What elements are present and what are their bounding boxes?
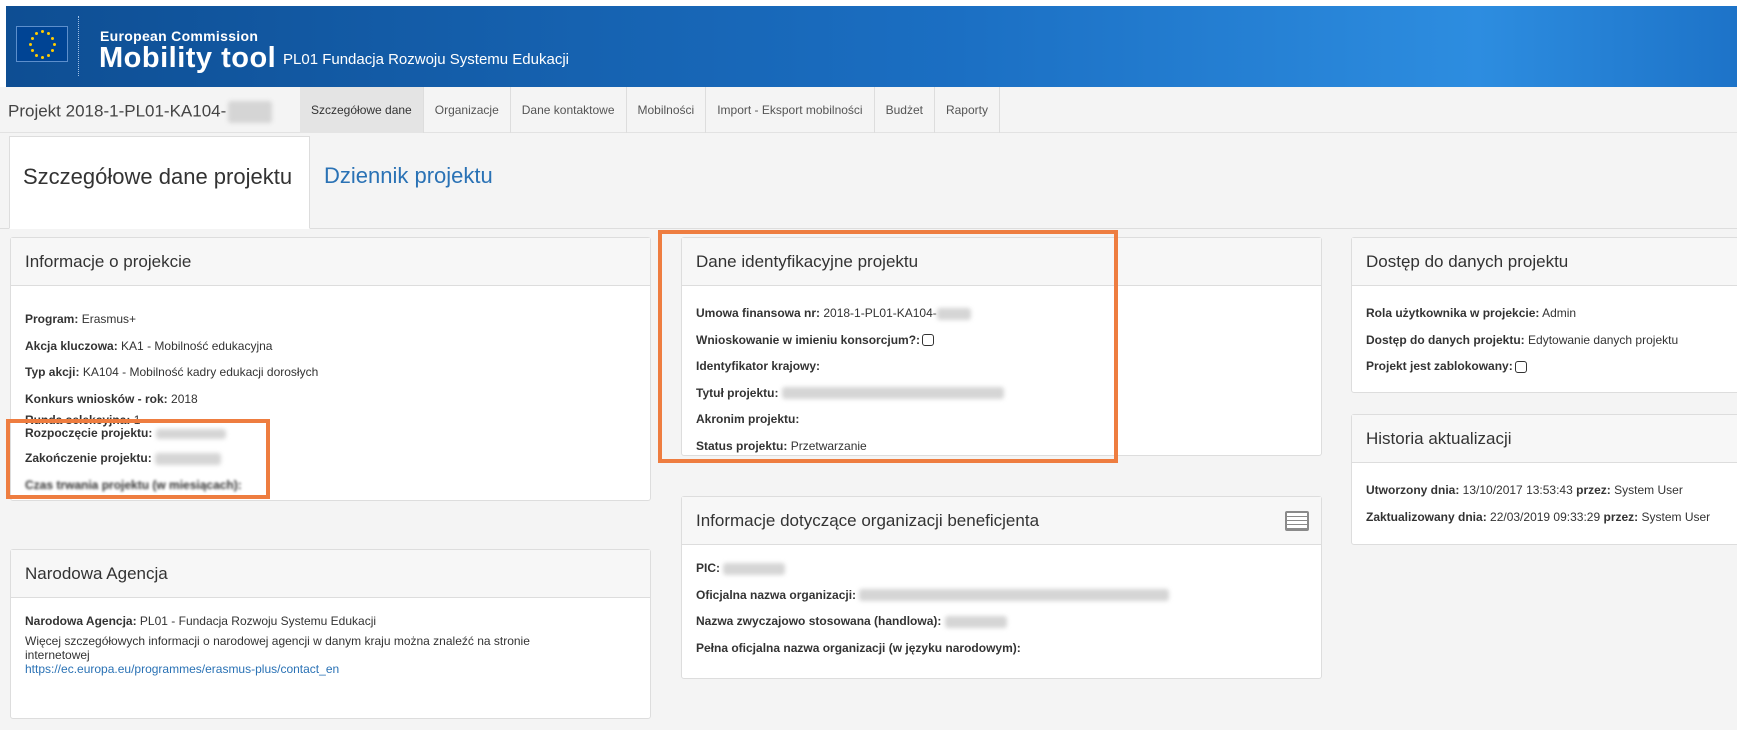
- app-header: European Commission Mobility tool PL01 F…: [6, 6, 1737, 87]
- history-panel: Historia aktualizacji Utworzony dnia: 13…: [1351, 414, 1737, 545]
- agency-note: Więcej szczegółowych informacji o narodo…: [25, 634, 530, 662]
- nav-item-mobilities[interactable]: Mobilności: [627, 87, 707, 133]
- agency-row: Narodowa Agencja: PL01 - Fundacja Rozwoj…: [25, 614, 377, 628]
- benef-row-native-name: Pełna oficjalna nazwa organizacji (w jęz…: [696, 640, 1021, 655]
- org-name: PL01 Fundacja Rozwoju Systemu Edukacji: [283, 51, 569, 68]
- panel-title: Informacje dotyczące organizacji benefic…: [682, 497, 1321, 545]
- access-row-locked: Projekt jest zablokowany:: [1366, 353, 1726, 380]
- agency-contact-link[interactable]: https://ec.europa.eu/programmes/erasmus-…: [25, 662, 339, 676]
- highlight-box-dates: [6, 419, 270, 499]
- nav-item-reports[interactable]: Raporty: [935, 87, 1000, 133]
- project-navbar: Projekt 2018-1-PL01-KA104- Szczegółowe d…: [0, 87, 1737, 133]
- nav-item-contacts[interactable]: Dane kontaktowe: [511, 87, 627, 133]
- history-row-created: Utworzony dnia: 13/10/2017 13:53:43 prze…: [1366, 483, 1683, 497]
- panel-title: Narodowa Agencja: [11, 550, 650, 598]
- app-name[interactable]: Mobility tool: [99, 42, 276, 75]
- history-row-updated: Zaktualizowany dnia: 22/03/2019 09:33:29…: [1366, 509, 1711, 524]
- national-agency-panel: Narodowa Agencja Narodowa Agencja: PL01 …: [10, 549, 651, 719]
- highlight-box-identification: [658, 230, 1118, 463]
- project-id: Projekt 2018-1-PL01-KA104-: [8, 101, 273, 123]
- redacted-value: [228, 101, 273, 123]
- access-row-data: Dostęp do danych projektu: Edytowanie da…: [1366, 332, 1679, 347]
- access-row-role: Rola użytkownika w projekcie: Admin: [1366, 306, 1577, 320]
- nav-item-budget[interactable]: Budżet: [875, 87, 935, 133]
- info-row-program: Program: Erasmus+: [25, 312, 137, 326]
- tab-project-log[interactable]: Dziennik projektu: [312, 136, 505, 229]
- header-divider: [78, 16, 79, 76]
- redacted-value: [859, 589, 1170, 602]
- nav-item-import-export[interactable]: Import - Eksport mobilności: [706, 87, 875, 133]
- locked-checkbox[interactable]: [1514, 360, 1527, 373]
- panel-title: Informacje o projekcie: [11, 238, 650, 286]
- info-row-key-action: Akcja kluczowa: KA1 - Mobilność edukacyj…: [25, 338, 273, 353]
- access-panel: Dostęp do danych projektu Rola użytkowni…: [1351, 237, 1737, 393]
- nav-item-organizations[interactable]: Organizacje: [424, 87, 511, 133]
- redacted-value: [944, 615, 1007, 628]
- info-row-action-type: Typ akcji: KA104 - Mobilność kadry eduka…: [25, 365, 319, 379]
- tab-bar: Szczegółowe dane projektu Dziennik proje…: [0, 133, 1737, 229]
- tab-project-details[interactable]: Szczegółowe dane projektu: [9, 136, 310, 229]
- panel-title: Dostęp do danych projektu: [1352, 238, 1737, 286]
- project-id-label: Projekt 2018-1-PL01-KA104-: [8, 101, 227, 121]
- panel-title: Historia aktualizacji: [1352, 415, 1737, 463]
- redacted-value: [723, 562, 786, 575]
- nav-item-details[interactable]: Szczegółowe dane: [300, 87, 424, 133]
- table-icon[interactable]: [1285, 511, 1309, 531]
- panel-title-text: Informacje dotyczące organizacji benefic…: [696, 511, 1040, 530]
- beneficiary-panel: Informacje dotyczące organizacji benefic…: [681, 496, 1322, 679]
- nav-menu: Szczegółowe dane Organizacje Dane kontak…: [300, 87, 1000, 133]
- eu-flag-icon: [16, 26, 68, 62]
- benef-row-pic: PIC:: [696, 555, 1307, 582]
- benef-row-trade-name: Nazwa zwyczajowo stosowana (handlowa):: [696, 608, 1307, 635]
- info-row-call-year: Konkurs wniosków - rok: 2018: [25, 391, 198, 406]
- benef-row-official-name: Oficjalna nazwa organizacji:: [696, 582, 1307, 609]
